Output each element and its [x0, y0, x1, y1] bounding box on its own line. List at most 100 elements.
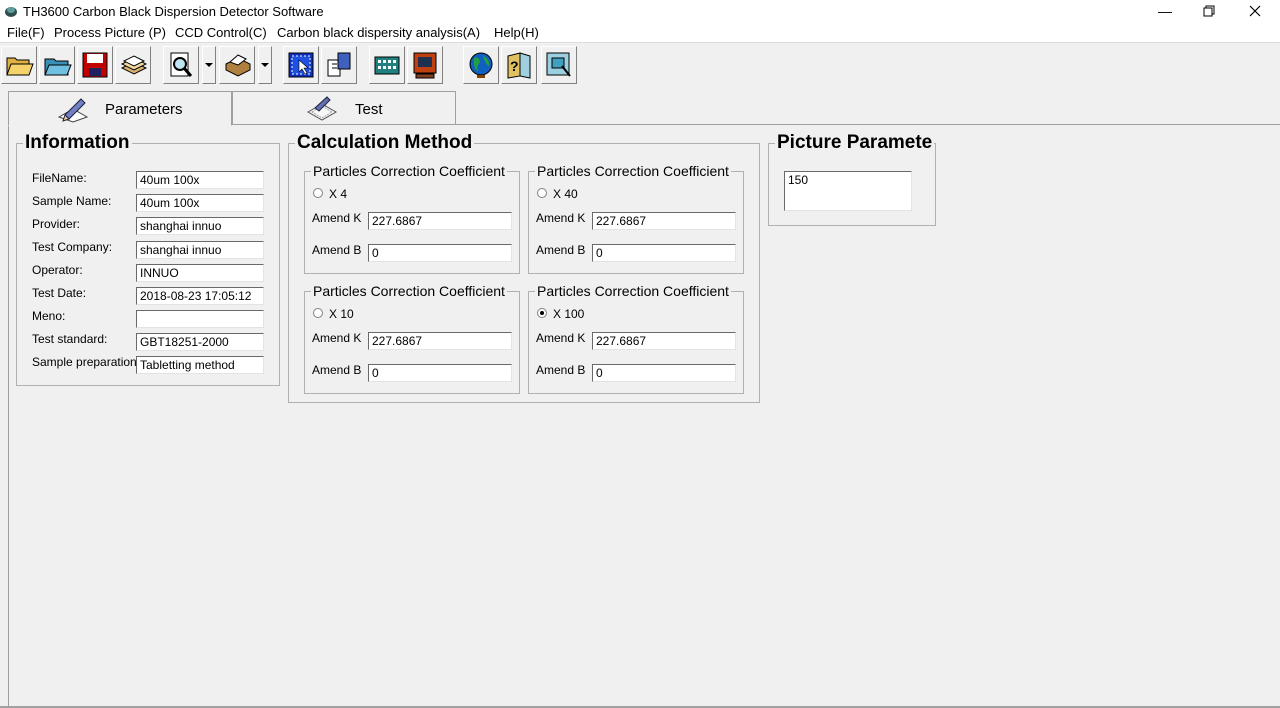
menu-process-picture[interactable]: Process Picture (P)	[54, 25, 166, 40]
x4-amend-b-field[interactable]: 0	[368, 244, 512, 262]
picture-parameter-title: Picture Paramete	[775, 132, 935, 154]
filename-field[interactable]: 40um 100x	[136, 171, 264, 189]
help-monitor-icon	[546, 52, 571, 77]
minimize-icon: —	[1158, 3, 1172, 19]
x40-amend-b-field[interactable]: 0	[592, 244, 736, 262]
globe-button[interactable]	[463, 46, 499, 84]
menu-file[interactable]: File(F)	[7, 25, 45, 40]
sample-preparation-field[interactable]: Tabletting method	[136, 356, 264, 374]
print-preview-dropdown[interactable]	[202, 46, 216, 84]
x100-amend-b-field[interactable]: 0	[592, 364, 736, 382]
picture-parameter-field[interactable]: 150	[784, 171, 912, 211]
tab-test[interactable]: Test	[232, 91, 456, 125]
x10-amend-k-label: Amend K	[312, 331, 362, 345]
printer-button[interactable]	[219, 46, 255, 84]
coefficient-box-x10-title: Particles Correction Coefficient	[311, 283, 507, 299]
open-file-icon	[44, 58, 72, 76]
monitor-icon	[413, 52, 437, 79]
test-company-label: Test Company:	[32, 240, 113, 254]
radio-x100-label[interactable]: X 100	[553, 307, 584, 321]
close-button[interactable]	[1232, 0, 1278, 22]
calculator-button[interactable]	[369, 46, 405, 84]
operator-field[interactable]: INNUO	[136, 264, 264, 282]
window-title: TH3600 Carbon Black Dispersion Detector …	[23, 4, 324, 19]
tab-test-label: Test	[355, 101, 383, 118]
test-grid-icon	[306, 96, 338, 121]
provider-field[interactable]: shanghai innuo	[136, 217, 264, 235]
x10-amend-b-label: Amend B	[312, 363, 362, 377]
open-folder-button[interactable]	[1, 46, 37, 84]
test-standard-label: Test standard:	[32, 332, 108, 346]
minimize-button[interactable]: —	[1142, 0, 1188, 22]
close-icon	[1249, 5, 1261, 17]
coefficient-box-x100-title: Particles Correction Coefficient	[535, 283, 731, 299]
monitor-button[interactable]	[407, 46, 443, 84]
printer-dropdown[interactable]	[258, 46, 272, 84]
menu-bar: File(F) Process Picture (P) CCD Control(…	[0, 22, 1280, 43]
radio-x4-label[interactable]: X 4	[329, 187, 347, 201]
test-standard-field[interactable]: GBT18251-2000	[136, 333, 264, 351]
help-monitor-button[interactable]	[541, 46, 577, 84]
x4-amend-k-field[interactable]: 227.6867	[368, 212, 512, 230]
help-button[interactable]: ?	[501, 46, 537, 84]
globe-icon	[469, 52, 493, 78]
open-file-button[interactable]	[39, 46, 75, 84]
document-copy-button[interactable]	[321, 46, 357, 84]
memo-field[interactable]	[136, 310, 264, 328]
print-preview-icon	[170, 52, 193, 77]
test-company-field[interactable]: shanghai innuo	[136, 241, 264, 259]
test-date-label: Test Date:	[32, 286, 87, 300]
x40-amend-k-label: Amend K	[536, 211, 586, 225]
radio-x40-label[interactable]: X 40	[553, 187, 578, 201]
save-button[interactable]	[77, 46, 113, 84]
test-date-field[interactable]: 2018-08-23 17:05:12	[136, 287, 264, 305]
x100-amend-k-field[interactable]: 227.6867	[592, 332, 736, 350]
provider-label: Provider:	[32, 217, 81, 231]
menu-help[interactable]: Help(H)	[494, 25, 539, 40]
help-icon: ?	[507, 52, 531, 79]
radio-x100[interactable]	[537, 308, 547, 318]
sample-preparation-label: Sample preparation:	[32, 355, 141, 369]
x100-amend-k-label: Amend K	[536, 331, 586, 345]
printer-icon	[225, 54, 251, 77]
print-stack-button[interactable]	[115, 46, 151, 84]
select-window-button[interactable]	[283, 46, 319, 84]
operator-label: Operator:	[32, 263, 83, 277]
sample-name-label: Sample Name:	[32, 194, 112, 208]
sample-name-field[interactable]: 40um 100x	[136, 194, 264, 212]
radio-x10-label[interactable]: X 10	[329, 307, 354, 321]
radio-x4[interactable]	[313, 188, 323, 198]
x4-amend-b-label: Amend B	[312, 243, 362, 257]
information-title: Information	[23, 132, 132, 154]
memo-label: Meno:	[32, 309, 66, 323]
x4-amend-k-label: Amend K	[312, 211, 362, 225]
filename-label: FileName:	[32, 171, 87, 185]
restore-button[interactable]	[1186, 0, 1232, 22]
tab-parameters-label: Parameters	[105, 101, 183, 118]
app-icon	[4, 4, 18, 18]
toolbar: ?	[0, 44, 1280, 88]
radio-x40[interactable]	[537, 188, 547, 198]
save-disk-icon	[82, 52, 108, 78]
svg-text:?: ?	[510, 58, 519, 74]
pencil-paper-icon	[57, 98, 89, 123]
radio-x10[interactable]	[313, 308, 323, 318]
calculator-icon	[374, 56, 400, 75]
menu-ccd-control[interactable]: CCD Control(C)	[175, 25, 267, 40]
x40-amend-b-label: Amend B	[536, 243, 586, 257]
title-bar: TH3600 Carbon Black Dispersion Detector …	[0, 0, 1280, 22]
x100-amend-b-label: Amend B	[536, 363, 586, 377]
menu-carbon-black-analysis[interactable]: Carbon black dispersity analysis(A)	[277, 25, 480, 40]
print-stack-icon	[120, 55, 148, 75]
tab-parameters[interactable]: Parameters	[8, 91, 232, 126]
select-window-icon	[288, 52, 314, 78]
print-preview-button[interactable]	[163, 46, 199, 84]
open-folder-icon	[6, 57, 34, 76]
restore-icon	[1203, 5, 1215, 17]
coefficient-box-x4-title: Particles Correction Coefficient	[311, 163, 507, 179]
calculation-method-title: Calculation Method	[295, 132, 475, 154]
x10-amend-k-field[interactable]: 227.6867	[368, 332, 512, 350]
x10-amend-b-field[interactable]: 0	[368, 364, 512, 382]
x40-amend-k-field[interactable]: 227.6867	[592, 212, 736, 230]
coefficient-box-x40-title: Particles Correction Coefficient	[535, 163, 731, 179]
